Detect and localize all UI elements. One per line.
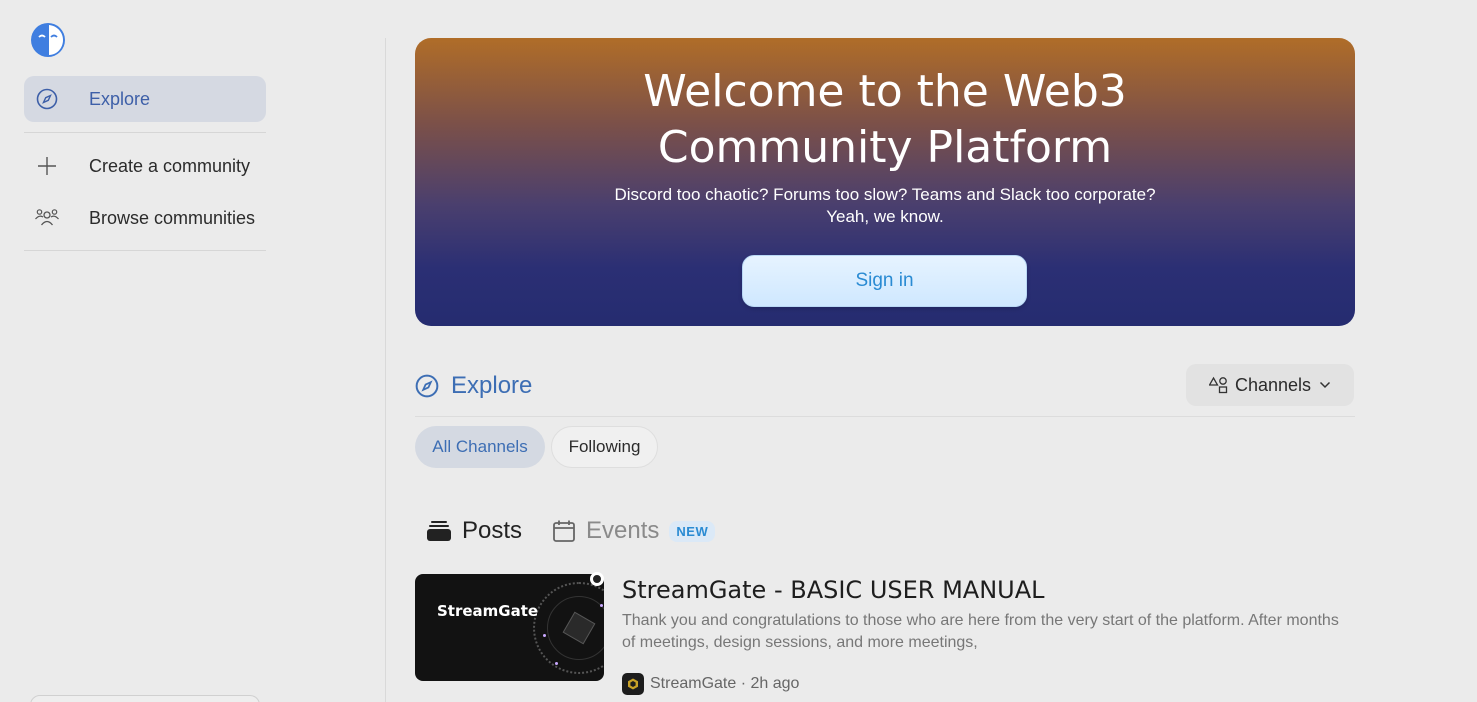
status-dot	[590, 572, 604, 586]
stack-icon	[426, 520, 452, 542]
sidebar-item-browse-communities[interactable]: Browse communities	[24, 195, 266, 241]
post-excerpt: Thank you and congratulations to those w…	[622, 612, 1339, 651]
tab-label: Posts	[462, 517, 523, 544]
post-meta: StreamGate · 2h ago	[622, 673, 799, 695]
post-timestamp: 2h ago	[750, 675, 800, 692]
thumbnail-decoration	[600, 604, 603, 607]
compass-icon	[415, 374, 439, 398]
explore-heading: Explore	[415, 366, 532, 406]
thumbnail-brand: StreamGate	[437, 602, 539, 620]
content-tabs: Posts Events NEW	[426, 512, 716, 550]
compass-icon	[24, 88, 70, 110]
plus-icon	[24, 155, 70, 177]
hero-subtitle-line: Yeah, we know.	[826, 207, 944, 226]
channels-dropdown[interactable]: Channels	[1186, 364, 1354, 406]
sidebar-item-label: Browse communities	[89, 207, 256, 228]
thumbnail-decoration	[555, 662, 558, 665]
explore-heading-label: Explore	[451, 372, 533, 399]
shapes-icon	[1208, 376, 1229, 394]
chip-all-channels[interactable]: All Channels	[415, 426, 545, 468]
tab-events[interactable]: Events NEW	[552, 517, 716, 545]
chip-following[interactable]: Following	[551, 426, 658, 468]
sign-in-button[interactable]: Sign in	[742, 255, 1027, 307]
sidebar-item-explore[interactable]: Explore	[24, 76, 266, 122]
tab-label: Events	[586, 517, 660, 544]
chevron-down-icon	[1319, 381, 1331, 389]
hero-subtitle: Discord too chaotic? Forums too slow? Te…	[415, 184, 1355, 228]
new-badge: NEW	[669, 520, 716, 542]
tab-posts[interactable]: Posts	[426, 517, 522, 545]
meta-separator: ·	[736, 675, 751, 692]
sidebar: Explore Create a community Browse commun…	[0, 0, 386, 702]
post-channel-name[interactable]: StreamGate	[650, 675, 736, 693]
channels-dropdown-label: Channels	[1234, 374, 1312, 395]
post-thumbnail[interactable]: StreamGate	[415, 574, 604, 681]
thumbnail-decoration	[543, 634, 546, 637]
sidebar-item-label: Create a community	[89, 155, 251, 176]
explore-divider	[415, 416, 1355, 417]
channel-logo-icon	[628, 678, 638, 690]
hero-banner: Welcome to the Web3 Community Platform D…	[415, 38, 1355, 326]
calendar-icon	[552, 519, 576, 543]
post-title[interactable]: StreamGate - BASIC USER MANUAL	[622, 576, 1045, 604]
sidebar-divider	[24, 132, 266, 133]
app-logo[interactable]	[30, 22, 66, 58]
hero-title: Welcome to the Web3 Community Platform	[643, 66, 1127, 173]
sidebar-border	[385, 38, 386, 702]
people-icon	[24, 207, 70, 229]
sidebar-divider	[24, 250, 266, 251]
sidebar-item-label: Explore	[89, 88, 151, 109]
logo-icon	[31, 23, 65, 57]
sidebar-item-create-community[interactable]: Create a community	[24, 143, 266, 189]
app-root: Explore Create a community Browse commun…	[0, 0, 1477, 702]
channel-avatar[interactable]	[622, 673, 644, 695]
hero-subtitle-line: Discord too chaotic? Forums too slow? Te…	[614, 185, 1156, 204]
sidebar-bottom-panel	[30, 695, 260, 702]
